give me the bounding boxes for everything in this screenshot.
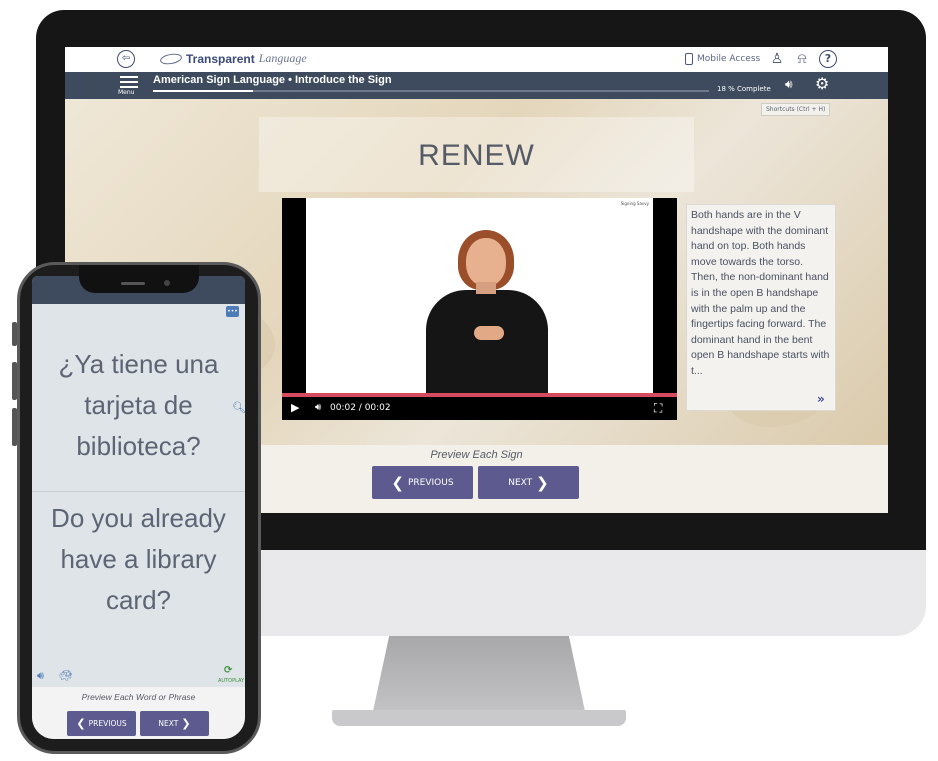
autoplay-label: AUTOPLAY bbox=[218, 678, 245, 684]
zoom-icon[interactable]: 🔍︎ bbox=[232, 401, 245, 414]
phone-next-label: NEXT bbox=[158, 719, 179, 728]
signer-hands bbox=[474, 326, 504, 340]
monitor-stand-base bbox=[332, 710, 626, 726]
signer-face bbox=[466, 238, 506, 286]
phone-notch bbox=[79, 265, 199, 293]
spanish-phrase: ¿Ya tiene una tarjeta de biblioteca? bbox=[58, 349, 219, 461]
gear-icon[interactable]: ⚙ bbox=[815, 74, 829, 93]
top-bar: ⇦ Transparent Language Mobile Access ♙ ⍾… bbox=[65, 47, 888, 72]
chevron-left-icon: ❮ bbox=[76, 717, 86, 730]
next-button-label: NEXT bbox=[508, 477, 533, 488]
autoplay-icon[interactable]: ⟳ bbox=[224, 665, 232, 676]
fullscreen-icon[interactable]: ⛶ bbox=[654, 401, 662, 416]
phone-speaker-grille bbox=[121, 282, 145, 285]
speaker-icon[interactable]: 🔊︎ bbox=[37, 669, 44, 683]
next-button[interactable]: NEXT ❯ bbox=[478, 466, 579, 499]
sign-word: RENEW bbox=[418, 139, 535, 172]
video-controls: ▶ 🔊︎ 00:02 / 00:02 ⛶ bbox=[282, 397, 677, 420]
phone-next-button[interactable]: NEXT ❯ bbox=[140, 711, 209, 736]
video-watermark: Signing Savvy bbox=[620, 201, 649, 206]
english-phrase: Do you already have a library card? bbox=[51, 503, 226, 615]
video-frame: Signing Savvy bbox=[306, 198, 653, 393]
lesson-progress-bar bbox=[153, 90, 709, 92]
phone-side-button bbox=[12, 408, 17, 446]
lesson-title: American Sign Language • Introduce the S… bbox=[153, 74, 392, 86]
signer-neck bbox=[476, 282, 496, 294]
chevron-right-icon: ❯ bbox=[181, 717, 191, 730]
logo-text-italic: Language bbox=[258, 51, 307, 65]
phone-screen: ••• ¿Ya tiene una tarjeta de biblioteca?… bbox=[32, 276, 245, 739]
bell-icon[interactable]: ⍾ bbox=[793, 50, 811, 68]
chat-icon[interactable]: ••• bbox=[226, 306, 239, 317]
lesson-progress-fill bbox=[153, 90, 254, 92]
monitor-stand bbox=[372, 636, 586, 716]
phone-side-button bbox=[12, 362, 17, 400]
chevron-right-icon: ❯ bbox=[536, 473, 549, 492]
mobile-phone-icon bbox=[685, 53, 693, 65]
phone-side-button bbox=[12, 322, 17, 346]
phone-previous-label: PREVIOUS bbox=[88, 719, 127, 728]
slow-audio-turtle-icon[interactable]: 🐢︎ bbox=[59, 669, 73, 682]
lesson-nav-bar: Menu American Sign Language • Introduce … bbox=[65, 72, 888, 99]
phrase-divider bbox=[32, 491, 245, 492]
phone-previous-button[interactable]: ❮ PREVIOUS bbox=[67, 711, 136, 736]
phone-camera bbox=[164, 280, 170, 286]
logo-text-strong: Transparent bbox=[186, 51, 255, 66]
video-player[interactable]: Signing Savvy ▶ 🔊︎ 00:02 / 00:02 ⛶ bbox=[282, 198, 677, 420]
brand-logo[interactable]: Transparent Language bbox=[159, 51, 307, 66]
sign-description: Both hands are in the V handshape with t… bbox=[686, 204, 836, 411]
previous-button[interactable]: ❮ PREVIOUS bbox=[372, 466, 473, 499]
back-arrow-icon[interactable]: ⇦ bbox=[117, 50, 135, 68]
mobile-access-label: Mobile Access bbox=[697, 54, 761, 64]
speaker-icon[interactable]: 🔊︎ bbox=[785, 77, 793, 92]
expand-description-icon[interactable]: » bbox=[817, 392, 825, 406]
chevron-left-icon: ❮ bbox=[391, 473, 404, 492]
previous-button-label: PREVIOUS bbox=[408, 477, 454, 488]
video-time: 00:02 / 00:02 bbox=[330, 403, 391, 413]
menu-label: Menu bbox=[118, 89, 135, 96]
progress-text: 18 % Complete bbox=[717, 85, 771, 93]
volume-icon[interactable]: 🔊︎ bbox=[315, 402, 321, 413]
shortcuts-hint[interactable]: Shortcuts (Ctrl + H) bbox=[761, 103, 831, 116]
user-icon[interactable]: ♙ bbox=[768, 50, 786, 68]
mobile-access-link[interactable]: Mobile Access bbox=[685, 53, 760, 65]
play-icon[interactable]: ▶ bbox=[291, 401, 299, 414]
help-icon[interactable]: ? bbox=[819, 50, 837, 68]
phone-preview-label: Preview Each Word or Phrase bbox=[81, 692, 196, 702]
logo-mark-icon bbox=[159, 51, 183, 66]
